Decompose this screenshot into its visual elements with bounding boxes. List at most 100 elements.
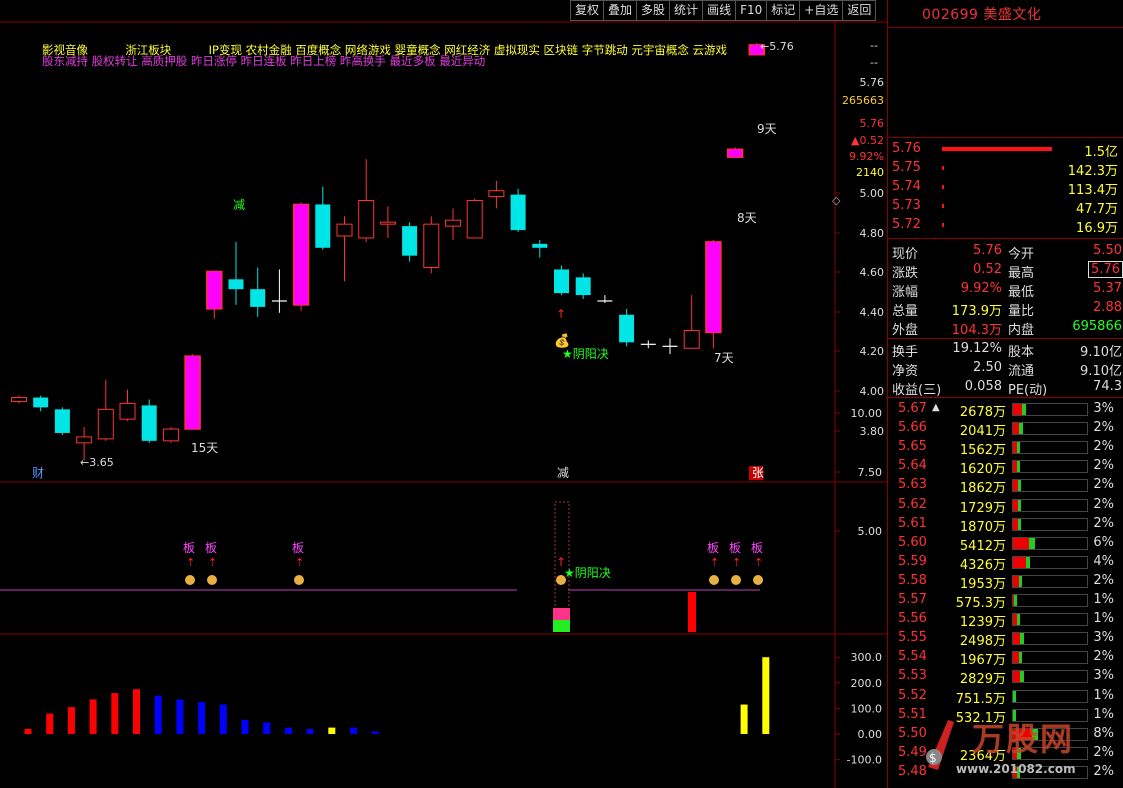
level-price: 5.57	[898, 592, 927, 607]
kline-chart[interactable]: ←3.65←5.76减★阴阳决↑💰15天8天9天7天财减张 10.007.505…	[0, 0, 887, 788]
level-volume: 1562万	[959, 443, 1006, 459]
order-book-row[interactable]: 5.74 113.4万	[888, 178, 1123, 198]
svg-text:$: $	[929, 751, 937, 765]
level-percent: 2%	[1093, 572, 1114, 588]
level-price: 5.63	[898, 477, 927, 493]
back-button[interactable]: 返回	[843, 0, 877, 21]
indicator-bar	[328, 727, 336, 734]
price-level-row[interactable]: 5.57 575.3万 1%	[888, 591, 1123, 611]
draw-line-button[interactable]: 画线	[703, 0, 737, 21]
price-level-row[interactable]: 5.63 1862万 2%	[888, 476, 1123, 496]
axis-label: 4.00	[860, 385, 885, 398]
limit-up-days-label: 7天	[714, 351, 734, 365]
level-price: 5.64	[898, 458, 927, 474]
board-mark-label: 板	[751, 541, 763, 555]
level-volume-bar	[1012, 479, 1088, 493]
watermark-brand: 万股网	[972, 720, 1075, 758]
price-level-row[interactable]: 5.56 1239万 1%	[888, 610, 1123, 630]
indicator-bar	[89, 699, 97, 734]
order-book-row[interactable]: 5.75 142.3万	[888, 159, 1123, 179]
bottom-marker: 财	[32, 466, 44, 480]
low-axis-label: -100.0	[847, 754, 882, 767]
price-level-row[interactable]: 5.53 2829万 3%	[888, 667, 1123, 687]
watermark-logo: $	[920, 712, 960, 772]
order-book-row[interactable]: 5.72 16.9万	[888, 216, 1123, 236]
price-level-row[interactable]: 5.66 2041万 2%	[888, 419, 1123, 439]
indicator-bar	[46, 713, 54, 734]
mid-axis-label: 7.50	[858, 466, 883, 479]
level-volume-bar	[1012, 574, 1088, 588]
stats-button[interactable]: 统计	[670, 0, 704, 21]
price-level-row[interactable]: 5.65 1562万 2%	[888, 438, 1123, 459]
price-level-row[interactable]: 5.54 1967万 2%	[888, 648, 1123, 668]
order-price: 5.74	[892, 179, 921, 194]
axis-label: 2140	[856, 166, 884, 179]
candle-body-inner	[188, 356, 198, 430]
indicator-bar	[154, 695, 162, 734]
candle-body	[11, 397, 27, 402]
money-bag-icon	[185, 575, 195, 585]
up-arrows-icon: ⇡	[754, 556, 763, 569]
level-volume-bar	[1012, 422, 1088, 436]
level-volume-bar	[1012, 460, 1088, 474]
board-mark-label: 板	[729, 541, 741, 555]
multi-stock-button[interactable]: 多股	[637, 0, 671, 21]
level-volume: 575.3万	[955, 596, 1006, 611]
order-volume: 47.7万	[1076, 202, 1118, 217]
level-percent: 1%	[1093, 611, 1114, 627]
current-price-arrow-icon: ▲	[932, 402, 940, 413]
level-volume-bar	[1012, 594, 1088, 607]
axis-label: 5.00	[860, 187, 885, 200]
money-bag-icon	[207, 575, 217, 585]
bottom-marker: 张	[752, 466, 764, 480]
price-level-row[interactable]: 5.58 1953万 2%	[888, 572, 1123, 592]
up-arrows-icon: ⇡	[208, 556, 217, 569]
quote-value: 74.3	[1093, 379, 1122, 394]
level-volume: 2498万	[959, 634, 1006, 650]
quote-row: 现价 5.76 今开 5.50	[888, 242, 1123, 262]
quote-label: 内盘	[1008, 323, 1035, 338]
price-level-row[interactable]: 5.62 1729万 2%	[888, 496, 1123, 516]
fuquan-button[interactable]: 复权	[570, 0, 605, 21]
level-percent: 3%	[1093, 401, 1114, 416]
money-bag-icon	[731, 575, 741, 585]
f10-button[interactable]: F10	[736, 0, 768, 21]
level-price: 5.53	[898, 668, 927, 684]
price-level-row[interactable]: 5.52 751.5万 1%	[888, 687, 1123, 707]
price-level-row[interactable]: 5.55 2498万 3%	[888, 629, 1123, 650]
quote-label: 涨跌	[892, 266, 919, 281]
level-volume: 751.5万	[955, 691, 1006, 707]
board-mark-label: 板	[205, 541, 217, 555]
mark-button[interactable]: 标记	[767, 0, 801, 21]
indicator-bar	[198, 702, 206, 734]
order-book-row[interactable]: 5.73 47.7万	[888, 197, 1123, 217]
overlay-button[interactable]: 叠加	[604, 0, 638, 21]
candle-body	[466, 200, 483, 239]
candle-body-inner	[730, 149, 740, 158]
add-watchlist-button[interactable]: +自选	[800, 0, 844, 21]
quote-label: 外盘	[892, 323, 919, 338]
level-volume: 4326万	[959, 557, 1006, 573]
price-level-row[interactable]: 5.64 1620万 2%	[888, 457, 1123, 477]
order-price: 5.72	[892, 217, 921, 232]
mid-axis-label: 10.00	[851, 407, 883, 420]
quote-value: 104.3万	[951, 323, 1002, 338]
price-level-row[interactable]: 5.60 5412万 6%	[888, 534, 1123, 554]
candle-body	[33, 397, 49, 408]
price-level-row[interactable]: 5.67 ▲ 2678万 3%	[888, 400, 1123, 420]
level-percent: 4%	[1093, 553, 1114, 569]
quote-row: 换手 19.12% 股本 9.10亿	[888, 340, 1123, 360]
candle-body	[683, 330, 700, 349]
price-level-row[interactable]: 5.61 1870万 2%	[888, 515, 1123, 535]
money-bag-icon	[294, 575, 304, 585]
order-volume-bar	[942, 204, 944, 208]
quote-value: 9.92%	[960, 281, 1002, 296]
order-book-row[interactable]: 5.76 1.5亿	[888, 140, 1123, 160]
price-level-row[interactable]: 5.59 4326万 4%	[888, 553, 1123, 573]
quote-panel: 002699 美盛文化 5.76 1.5亿 5.75 142.3万 5.74 113…	[887, 0, 1123, 788]
quote-value: 5.37	[1093, 281, 1122, 296]
watermark-url: www.201082.com	[956, 762, 1076, 776]
quote-label: 流通	[1008, 364, 1035, 379]
indicator-bar	[219, 704, 227, 734]
level-price: 5.66	[898, 420, 927, 436]
